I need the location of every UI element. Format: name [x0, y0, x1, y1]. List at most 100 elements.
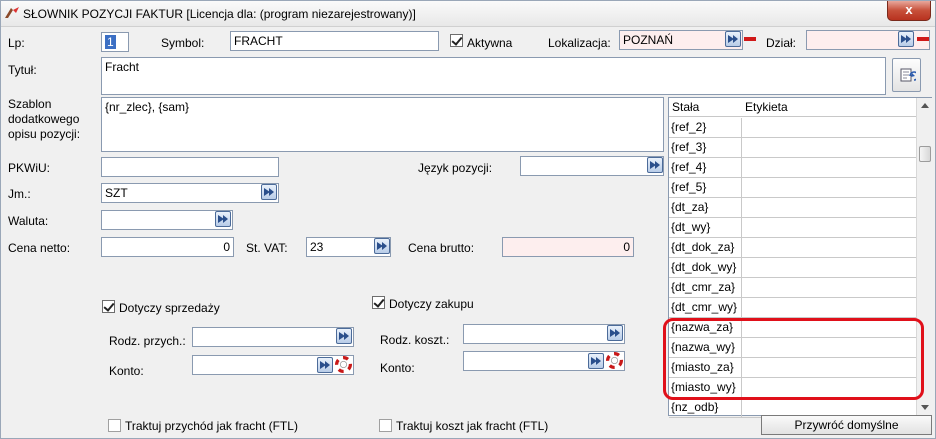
- list-item-etykieta: [742, 198, 916, 217]
- cena-brutto-input: 0: [502, 237, 634, 257]
- traktuj-koszt-label: Traktuj koszt jak fracht (FTL): [396, 419, 549, 433]
- traktuj-przychod-checkbox[interactable]: [108, 419, 121, 432]
- konto-sprzedaz-dropdown-icon[interactable]: [317, 357, 333, 373]
- list-item[interactable]: {dt_dok_wy}: [669, 258, 916, 278]
- st-vat-label: St. VAT:: [246, 241, 288, 255]
- list-item-etykieta: [742, 338, 916, 357]
- constants-list[interactable]: Stała Etykieta {ref_2} {ref_3} {ref_4} {ref…: [668, 97, 932, 418]
- jm-label: Jm.:: [8, 187, 31, 201]
- lokalizacja-label: Lokalizacja:: [548, 36, 611, 50]
- waluta-label: Waluta:: [8, 214, 49, 228]
- list-item-stala: {miasto_wy}: [669, 378, 742, 397]
- jm-dropdown-icon[interactable]: [261, 184, 277, 200]
- rodz-przych-dropdown-icon[interactable]: [336, 328, 352, 344]
- jezyk-dropdown-icon[interactable]: [647, 157, 663, 173]
- dictionary-window: SŁOWNIK POZYCJI FAKTUR [Licencja dla: (p…: [0, 0, 936, 439]
- list-item-etykieta: [742, 278, 916, 297]
- list-item-stala: {ref_3}: [669, 138, 742, 157]
- refresh-icon: [900, 68, 916, 82]
- szablon-label: Szablon dodatkowego opisu pozycji:: [8, 97, 81, 141]
- rodz-koszt-label: Rodz. koszt.:: [380, 333, 450, 347]
- tytul-input[interactable]: Fracht: [101, 57, 886, 95]
- konto-zakup-lifebuoy-icon[interactable]: [606, 352, 623, 369]
- list-item[interactable]: {dt_cmr_za}: [669, 278, 916, 298]
- reset-defaults-button[interactable]: Przywróć domyślne: [761, 415, 932, 435]
- list-item[interactable]: {ref_2}: [669, 118, 916, 138]
- tytul-label: Tytuł:: [8, 63, 37, 77]
- zakup-checkbox[interactable]: [372, 296, 385, 309]
- jm-select[interactable]: SZT: [101, 183, 279, 203]
- dzial-clear-icon[interactable]: [916, 32, 930, 46]
- list-item-etykieta: [742, 238, 916, 257]
- lp-label: Lp:: [8, 36, 25, 50]
- aktywna-label: Aktywna: [467, 36, 513, 50]
- scroll-thumb[interactable]: [919, 146, 931, 162]
- column-header-etykieta[interactable]: Etykieta: [745, 100, 788, 114]
- pkwiu-input[interactable]: [101, 157, 279, 177]
- list-item-stala: {nazwa_wy}: [669, 338, 742, 357]
- close-button[interactable]: x: [887, 1, 931, 21]
- aktywna-checkbox[interactable]: [450, 34, 463, 47]
- sprzedaz-checkbox[interactable]: [102, 300, 115, 313]
- lp-value: 1: [105, 35, 116, 49]
- konto-zakup-dropdown-icon[interactable]: [588, 353, 604, 369]
- rodz-koszt-select[interactable]: [463, 324, 625, 344]
- list-item[interactable]: {dt_wy}: [669, 218, 916, 238]
- pkwiu-label: PKWiU:: [8, 161, 50, 175]
- list-item[interactable]: {nazwa_wy}: [669, 338, 916, 358]
- list-item-stala: {dt_dok_za}: [669, 238, 742, 257]
- list-item-etykieta: [742, 178, 916, 197]
- traktuj-koszt-checkbox[interactable]: [379, 419, 392, 432]
- symbol-label: Symbol:: [161, 36, 205, 50]
- list-item-etykieta: [742, 318, 916, 337]
- list-item-stala: {ref_5}: [669, 178, 742, 197]
- lp-field[interactable]: 1: [101, 32, 129, 52]
- waluta-select[interactable]: [101, 210, 233, 230]
- waluta-dropdown-icon[interactable]: [215, 211, 231, 227]
- szablon-input[interactable]: {nr_zlec}, {sam}: [101, 97, 664, 152]
- list-item[interactable]: {nazwa_za}: [669, 318, 916, 338]
- list-item[interactable]: {miasto_wy}: [669, 378, 916, 398]
- list-item-etykieta: [742, 298, 916, 317]
- column-header-stala[interactable]: Stała: [672, 100, 699, 114]
- cena-netto-input[interactable]: 0: [101, 237, 234, 257]
- st-vat-dropdown-icon[interactable]: [374, 238, 390, 254]
- dzial-dropdown-icon[interactable]: [898, 31, 914, 47]
- list-item[interactable]: {dt_za}: [669, 198, 916, 218]
- konto-sprzedaz-lifebuoy-icon[interactable]: [335, 356, 352, 373]
- list-scrollbar[interactable]: [916, 98, 932, 415]
- list-item-etykieta: [742, 218, 916, 237]
- list-item-stala: {dt_za}: [669, 198, 742, 217]
- list-item[interactable]: {miasto_za}: [669, 358, 916, 378]
- list-item-stala: {dt_cmr_za}: [669, 278, 742, 297]
- list-item-stala: {nz_odb}: [669, 398, 742, 417]
- sprzedaz-label: Dotyczy sprzedaży: [119, 301, 220, 315]
- list-item[interactable]: {ref_3}: [669, 138, 916, 158]
- jezyk-select[interactable]: [520, 156, 664, 176]
- list-item-etykieta: [742, 118, 916, 137]
- list-item-stala: {miasto_za}: [669, 358, 742, 377]
- refresh-button[interactable]: [892, 58, 921, 92]
- list-item-stala: {nazwa_za}: [669, 318, 742, 337]
- dzial-label: Dział:: [766, 36, 797, 50]
- scroll-up-icon[interactable]: [921, 103, 929, 108]
- rodz-przych-select[interactable]: [192, 327, 354, 347]
- window-title: SŁOWNIK POZYCJI FAKTUR [Licencja dla: (p…: [23, 7, 416, 21]
- symbol-input[interactable]: FRACHT: [230, 31, 439, 51]
- list-item-etykieta: [742, 138, 916, 157]
- title-bar[interactable]: SŁOWNIK POZYCJI FAKTUR [Licencja dla: (p…: [1, 1, 935, 27]
- lokalizacja-clear-icon[interactable]: [743, 32, 757, 46]
- list-item[interactable]: {dt_cmr_wy}: [669, 298, 916, 318]
- list-item[interactable]: {ref_5}: [669, 178, 916, 198]
- jezyk-label: Język pozycji:: [418, 161, 493, 175]
- list-item[interactable]: {ref_4}: [669, 158, 916, 178]
- list-item[interactable]: {dt_dok_za}: [669, 238, 916, 258]
- cena-brutto-label: Cena brutto:: [408, 241, 475, 255]
- konto-zakup-label: Konto:: [380, 361, 415, 375]
- rodz-koszt-dropdown-icon[interactable]: [607, 325, 623, 341]
- rodz-przych-label: Rodz. przych.:: [109, 334, 186, 348]
- scroll-down-icon[interactable]: [921, 405, 929, 410]
- list-item-etykieta: [742, 378, 916, 397]
- lokalizacja-dropdown-icon[interactable]: [725, 31, 741, 47]
- list-item-stala: {dt_cmr_wy}: [669, 298, 742, 317]
